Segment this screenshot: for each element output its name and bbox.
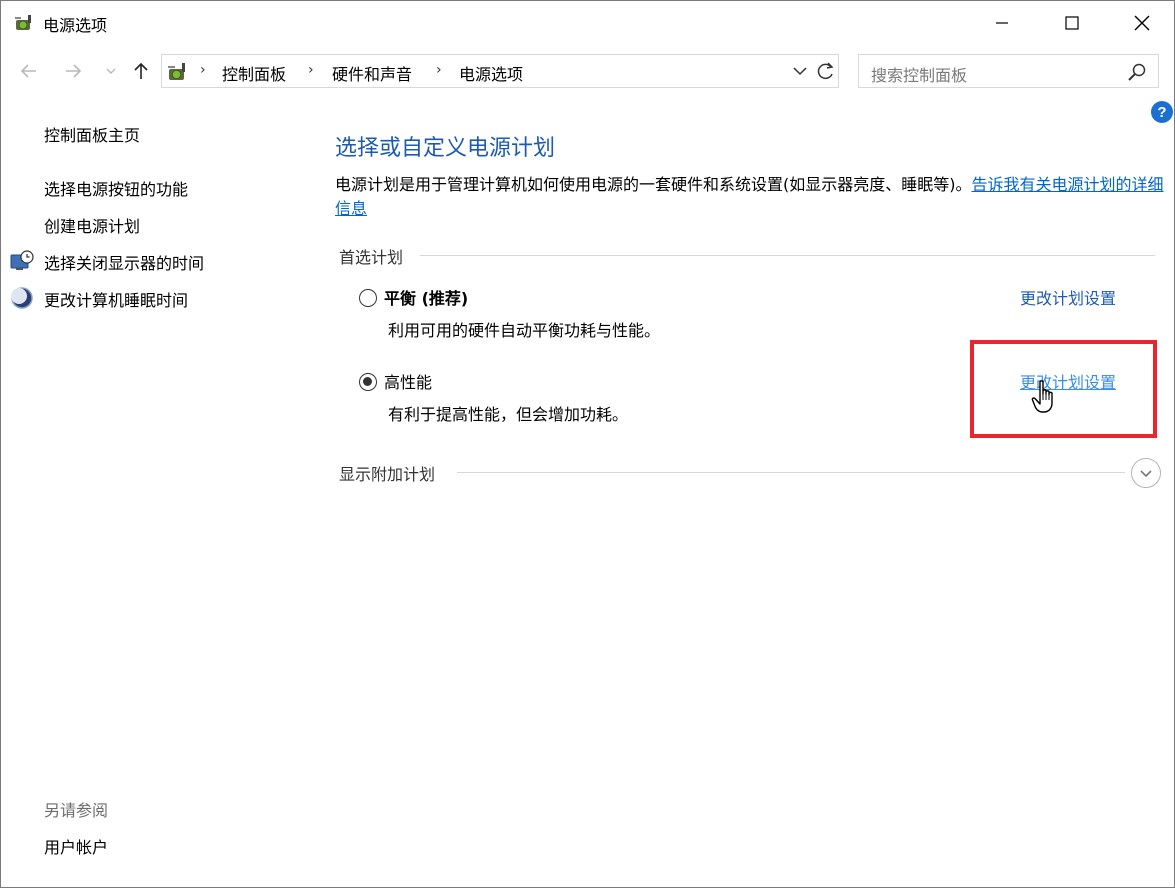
- radio-high-performance[interactable]: [359, 373, 377, 391]
- sidebar-item-power-button[interactable]: 选择电源按钮的功能: [44, 176, 188, 200]
- sidebar-item-user-accounts[interactable]: 用户帐户: [44, 834, 108, 858]
- chevron-down-icon: [106, 68, 116, 74]
- see-also-heading: 另请参阅: [44, 801, 109, 820]
- sidebar-item-sleep-time[interactable]: 更改计算机睡眠时间: [44, 287, 188, 311]
- sidebar-item-control-panel-home[interactable]: 控制面板主页: [44, 122, 140, 146]
- highlight-annotation-box: [970, 340, 1157, 438]
- breadcrumb-separator: ›: [308, 62, 314, 78]
- breadcrumb-separator: ›: [200, 62, 206, 78]
- radio-balanced[interactable]: [359, 289, 377, 307]
- display-clock-icon: [10, 250, 34, 270]
- description-text: 电源计划是用于管理计算机如何使用电源的一套硬件和系统设置(如显示器亮度、睡眠等)…: [335, 175, 972, 194]
- breadcrumb-hardware-sound[interactable]: 硬件和声音: [332, 61, 412, 85]
- search-icon[interactable]: [1127, 62, 1147, 82]
- arrow-up-icon: [134, 62, 148, 79]
- sidebar-item-create-plan[interactable]: 创建电源计划: [44, 213, 140, 237]
- breadcrumb-control-panel[interactable]: 控制面板: [222, 61, 286, 85]
- close-icon: [1134, 15, 1150, 31]
- search-input[interactable]: 搜索控制面板: [858, 54, 1159, 88]
- page-description: 电源计划是用于管理计算机如何使用电源的一套硬件和系统设置(如显示器亮度、睡眠等)…: [335, 173, 1165, 221]
- arrow-right-icon: [66, 64, 82, 78]
- title-bar: 电源选项: [1, 1, 1174, 45]
- plan-name-high-performance[interactable]: 高性能: [384, 369, 432, 393]
- plan-desc-balanced: 利用可用的硬件自动平衡功耗与性能。: [388, 321, 661, 340]
- window-title: 电源选项: [43, 16, 108, 35]
- change-plan-settings-balanced-link[interactable]: 更改计划设置: [1020, 285, 1116, 309]
- moon-icon: [11, 287, 33, 309]
- plan-desc-high-performance: 有利于提高性能，但会增加功耗。: [388, 405, 629, 424]
- plan-name-balanced[interactable]: 平衡 (推荐): [384, 285, 468, 309]
- close-button[interactable]: [1107, 1, 1175, 45]
- power-options-icon: [15, 15, 31, 30]
- chevron-down-icon: [1140, 470, 1152, 478]
- arrow-left-icon: [20, 64, 36, 78]
- address-bar[interactable]: › 控制面板 › 硬件和声音 › 电源选项: [161, 54, 839, 88]
- additional-plans-label: 显示附加计划: [339, 465, 436, 484]
- power-options-icon: [168, 63, 185, 80]
- search-placeholder: 搜索控制面板: [871, 66, 968, 85]
- page-title: 选择或自定义电源计划: [335, 136, 556, 161]
- help-icon[interactable]: ?: [1151, 101, 1173, 123]
- minimize-icon: [996, 22, 1008, 24]
- maximize-icon: [1065, 16, 1079, 30]
- sidebar-item-display-off[interactable]: 选择关闭显示器的时间: [44, 250, 204, 274]
- expand-additional-plans-button[interactable]: [1131, 458, 1161, 488]
- chevron-down-icon[interactable]: [790, 61, 810, 81]
- minimize-button[interactable]: [967, 1, 1037, 45]
- breadcrumb-power-options[interactable]: 电源选项: [459, 61, 523, 85]
- breadcrumb-separator: ›: [436, 62, 442, 78]
- group-divider: [457, 472, 1125, 473]
- control-panel-window: 电源选项 › 控制面板 › 硬件和声音 › 电源选项 搜索控制面板 ? 控制面板…: [0, 0, 1175, 888]
- back-button[interactable]: [17, 59, 41, 83]
- navigation-bar: › 控制面板 › 硬件和声音 › 电源选项 搜索控制面板: [1, 51, 1174, 91]
- group-divider: [420, 255, 1155, 256]
- preferred-plans-label: 首选计划: [339, 248, 404, 267]
- refresh-icon[interactable]: [814, 59, 838, 83]
- up-button[interactable]: [129, 59, 153, 83]
- forward-button[interactable]: [61, 59, 85, 83]
- maximize-button[interactable]: [1037, 1, 1107, 45]
- recent-locations-button[interactable]: [99, 59, 123, 83]
- hand-cursor-icon: [1031, 380, 1053, 413]
